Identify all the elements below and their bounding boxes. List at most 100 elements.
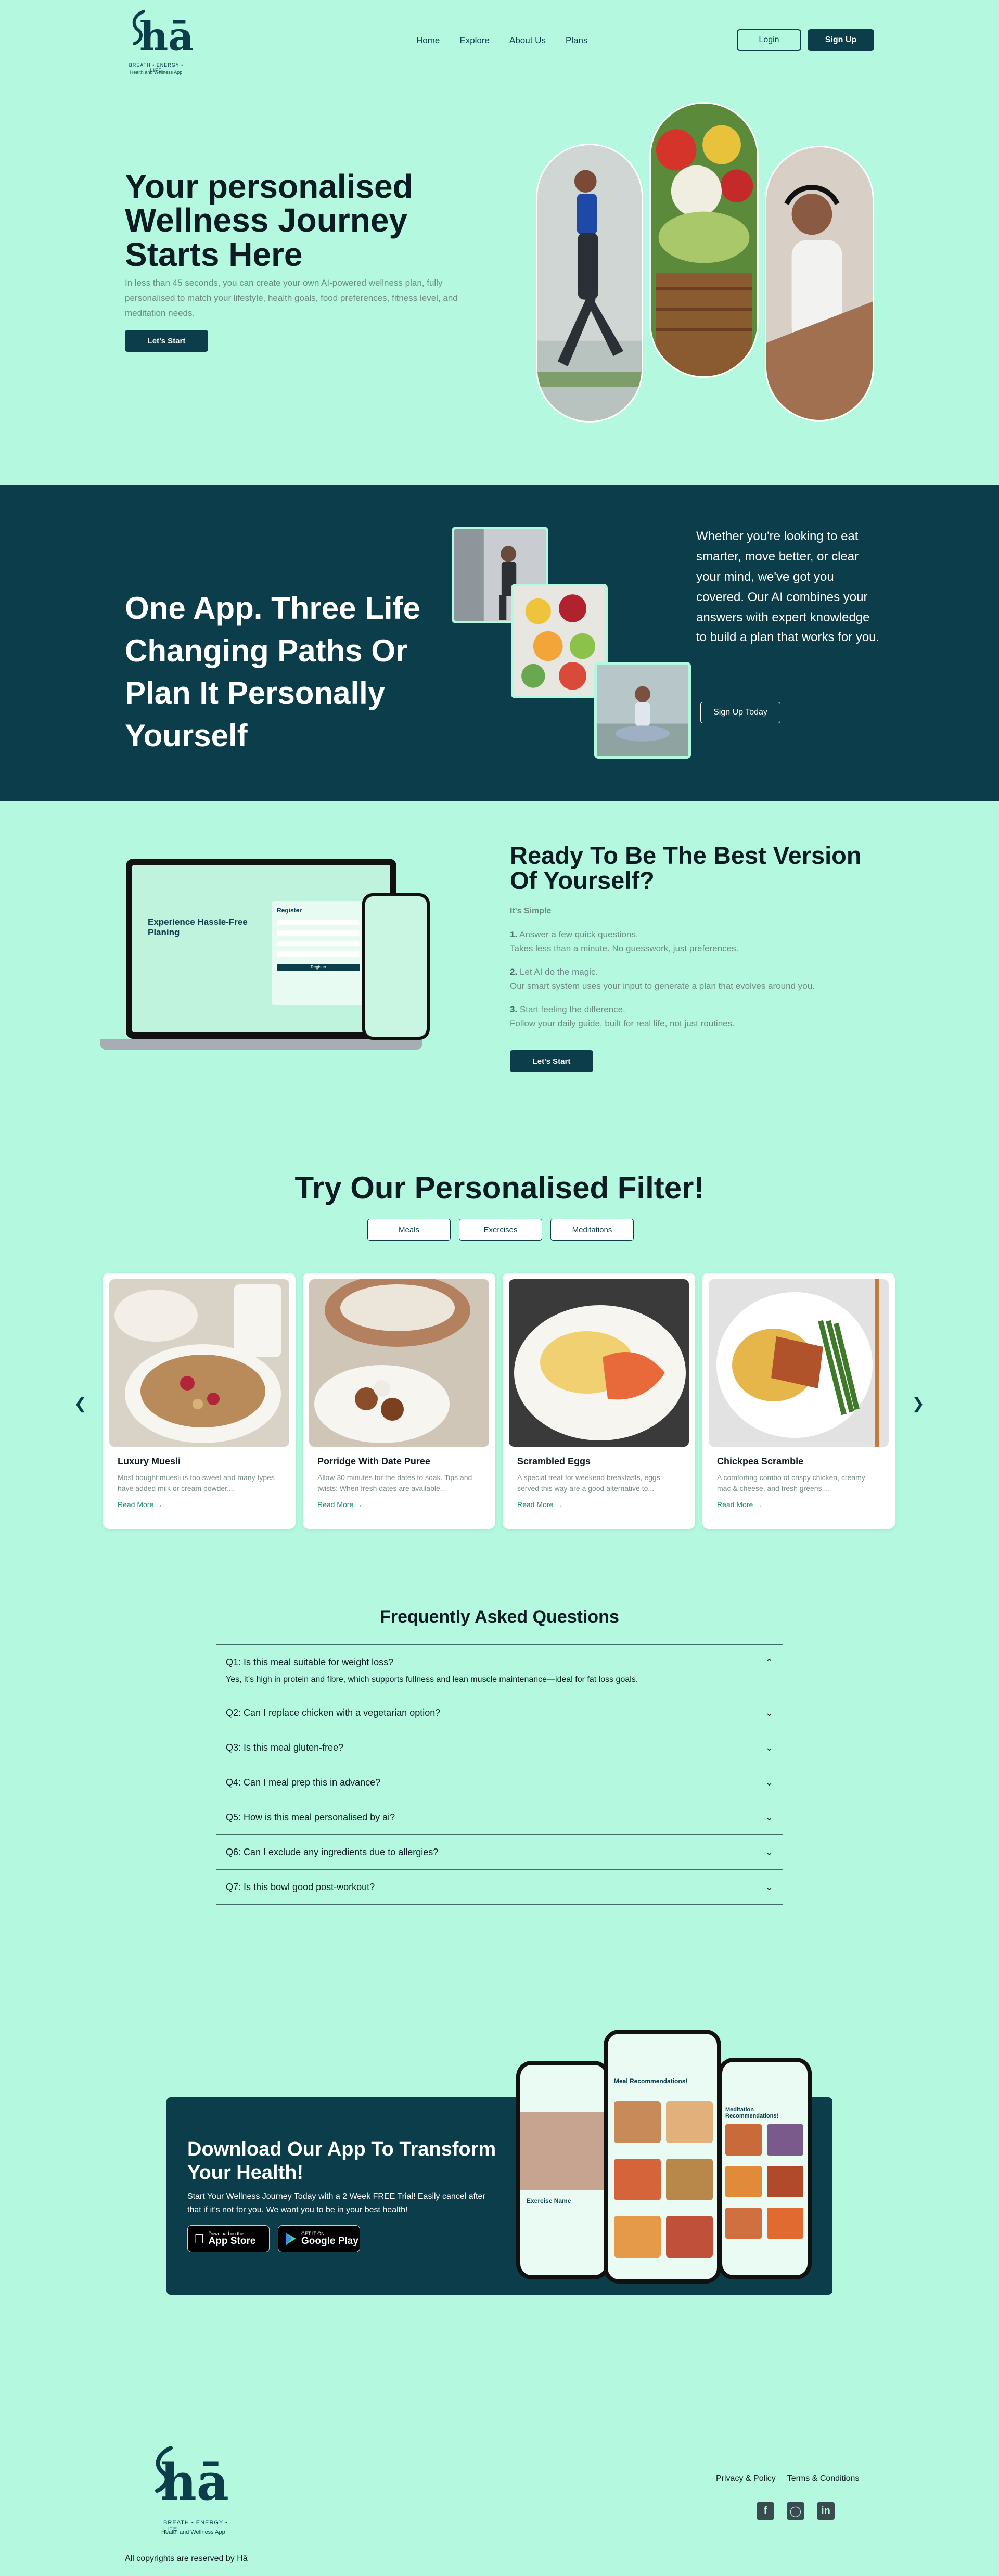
faq-question: Q5: How is this meal personalised by ai? [226,1812,395,1822]
app-title: Download Our App To Transform Your Healt… [187,2138,496,2184]
step-2-number: 2. [510,967,518,977]
nav-link-explore[interactable]: Explore [459,35,490,46]
footer-logo[interactable]: hā BREATH • ENERGY • LIFE Health and Wel… [146,2446,234,2540]
chevron-down-icon[interactable]: ⌄ [765,1812,773,1823]
meal-card-title: Porridge With Date Puree [317,1456,430,1466]
chevron-up-icon[interactable]: ⌃ [765,1657,773,1668]
app-store-big: App Store [198,2236,256,2247]
phone-mockup-small [362,893,430,1040]
faq-item[interactable]: Q7: Is this bowl good post-workout? ⌄ [216,1869,783,1904]
faq-item[interactable]: Q4: Can I meal prep this in advance? ⌄ [216,1765,783,1800]
band-description: Whether you're looking to eat smarter, m… [696,529,880,645]
tab-meditations[interactable]: Meditations [550,1219,634,1241]
privacy-link[interactable]: Privacy & Policy [716,2474,776,2483]
hero-description: In less than 45 seconds, you can create … [125,278,458,318]
hero-image-meditation [765,146,874,422]
footer-links: Privacy & Policy Terms & Conditions [716,2474,859,2483]
meal-card-title: Luxury Muesli [118,1456,181,1466]
laptop-register-form: Register Register [272,901,365,1005]
faq-item[interactable]: Q3: Is this meal gluten-free? ⌄ [216,1730,783,1765]
chevron-right-icon[interactable]: ❯ [912,1395,925,1413]
instagram-icon[interactable]: ◯ [787,2502,804,2520]
meal-card[interactable]: Porridge With Date Puree Allow 30 minute… [303,1273,495,1529]
page: hā BREATH • ENERGY • LIFE Health and Wel… [0,0,999,2576]
step-1-number: 1. [510,929,518,939]
phone-meals-heading: Meal Recommendations! [614,2077,688,2085]
laptop-register-button: Register [277,964,360,971]
top-nav: hā BREATH • ENERGY • LIFE Health and Wel… [0,0,999,83]
phone-meditation-heading: Meditation Recommendations! [725,2107,779,2119]
tab-meals[interactable]: Meals [367,1219,451,1241]
nav-link-home[interactable]: Home [416,35,440,46]
step-1-body: Takes less than a minute. No guesswork, … [510,943,739,954]
main-menu: Home Explore About Us Plans [416,35,587,46]
step-2-body: Our smart system uses your input to gene… [510,981,815,991]
meal-card-description: A comforting combo of crispy chicken, cr… [717,1473,865,1493]
step-1: 1. Answer a few quick questions. Takes l… [510,927,895,955]
nav-link-about[interactable]: About Us [509,35,546,46]
terms-link[interactable]: Terms & Conditions [787,2474,860,2483]
meal-card[interactable]: Scrambled Eggs A special treat for weeke… [503,1273,695,1529]
google-play-icon [286,2233,296,2245]
meal-card-image [709,1279,889,1447]
faq-question: Q6: Can I exclude any ingredients due to… [226,1846,439,1857]
faq-item[interactable]: Q2: Can I replace chicken with a vegetar… [216,1695,783,1730]
band-title: One App. Three Life Changing Paths Or Pl… [125,591,420,753]
laptop-register-title: Register [277,907,302,914]
tab-exercises[interactable]: Exercises [459,1219,542,1241]
hero-start-button[interactable]: Let's Start [125,330,208,352]
meal-card[interactable]: Luxury Muesli Most bought muesli is too … [103,1273,296,1529]
faq-question: Q3: Is this meal gluten-free? [226,1742,344,1753]
hero-image-fitness [536,144,643,423]
band-signup-button[interactable]: Sign Up Today [700,702,780,723]
step-3: 3. Start feeling the difference. Follow … [510,1002,895,1030]
meal-card-read-more[interactable]: Read More → [717,1500,880,1509]
chevron-down-icon[interactable]: ⌄ [765,1742,773,1753]
app-store-button[interactable]:  Download on theApp Store [187,2225,270,2252]
apple-icon:  [194,2231,204,2247]
meal-card-title: Scrambled Eggs [517,1456,591,1466]
faq-question: Q4: Can I meal prep this in advance? [226,1777,381,1788]
meal-card-description: Allow 30 minutes for the dates to soak. … [317,1473,472,1493]
chevron-left-icon[interactable]: ❮ [74,1395,87,1413]
chevron-down-icon[interactable]: ⌄ [765,1707,773,1718]
chevron-down-icon[interactable]: ⌄ [765,1777,773,1788]
signup-button[interactable]: Sign Up [808,29,874,51]
faq-item[interactable]: Q1: Is this meal suitable for weight los… [216,1644,783,1695]
faq-item[interactable]: Q6: Can I exclude any ingredients due to… [216,1834,783,1869]
step-3-head: Start feeling the difference. [519,1004,625,1014]
step-1-head: Answer a few quick questions. [519,929,638,939]
meal-card-read-more[interactable]: Read More → [118,1500,281,1509]
nav-link-plans[interactable]: Plans [566,35,588,46]
faq-question: Q2: Can I replace chicken with a vegetar… [226,1707,441,1718]
phone-exercise-heading: Exercise Name [527,2197,571,2204]
faq-question: Q7: Is this bowl good post-workout? [226,1881,375,1892]
laptop-mockup: Experience Hassle-Free Planing Register … [100,859,430,1056]
chevron-down-icon[interactable]: ⌄ [765,1847,773,1858]
meal-card-description: A special treat for weekend breakfasts, … [517,1473,660,1493]
footer-logo-subtitle: Health and Wellness App [161,2529,225,2535]
step-2-head: Let AI do the magic. [519,967,598,977]
faq-item[interactable]: Q5: How is this meal personalised by ai?… [216,1800,783,1834]
ready-subtitle: It's Simple [510,907,552,915]
chevron-down-icon[interactable]: ⌄ [765,1882,773,1893]
google-play-button[interactable]: GET IT ON Google Play [278,2225,360,2252]
band-image-fruits [511,584,608,698]
social-links: f ◯ in [757,2502,835,2520]
meal-card-image [309,1279,489,1447]
logo-mark: hā [139,13,194,59]
meal-card[interactable]: Chickpea Scramble A comforting combo of … [702,1273,895,1529]
band-image-yoga [594,662,691,759]
hero-image-vegetables [649,102,759,378]
app-description: Start Your Wellness Journey Today with a… [187,2192,485,2214]
brand-logo[interactable]: hā BREATH • ENERGY • LIFE Health and Wel… [125,8,194,76]
hero-title: Your personalised Wellness Journey Start… [125,168,413,273]
step-3-body: Follow your daily guide, built for real … [510,1018,735,1029]
meal-card-description: Most bought muesli is too sweet and many… [118,1473,275,1493]
ready-start-button[interactable]: Let's Start [510,1050,593,1072]
meal-card-read-more[interactable]: Read More → [317,1500,481,1509]
meal-card-read-more[interactable]: Read More → [517,1500,681,1509]
linkedin-icon[interactable]: in [817,2502,835,2520]
facebook-icon[interactable]: f [757,2502,774,2520]
login-button[interactable]: Login [737,29,801,51]
